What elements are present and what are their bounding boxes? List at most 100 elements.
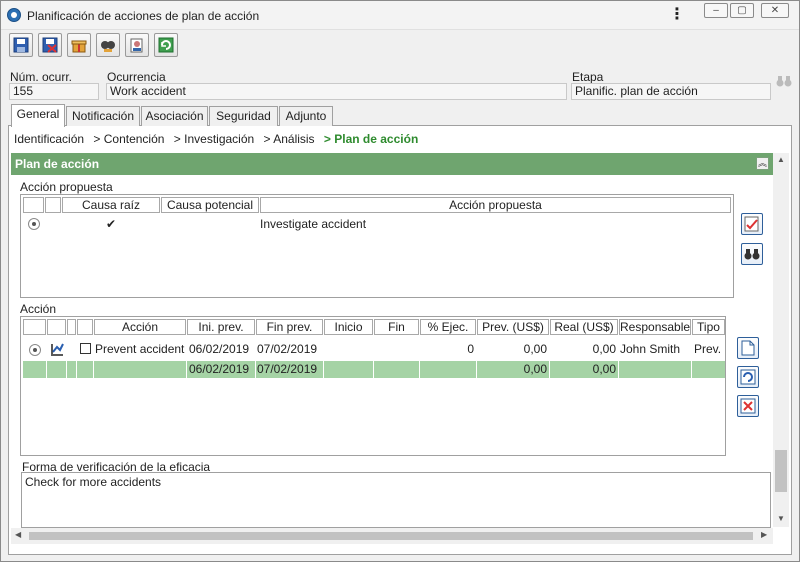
gift-button[interactable] [67,33,91,57]
root-cause-check: ✔ [105,217,117,231]
user-doc-icon [130,38,143,53]
breadcrumb-item[interactable]: > Análisis [264,132,315,146]
user-doc-button[interactable] [125,33,149,57]
occ-num-field[interactable]: 155 [9,83,99,100]
breadcrumb-current[interactable]: > Plan de acción [324,132,418,146]
gift-icon [71,40,87,53]
inicio-cell [324,340,373,358]
column-header-type[interactable]: Tipo [692,319,725,335]
totals-row-cell [420,361,476,378]
column-header-prev-cost[interactable]: Prev. (US$) [477,319,549,335]
column-header-potential-cause[interactable]: Causa potencial [161,197,259,213]
action-name-cell: Prevent accident [95,342,185,356]
column-header-fin-prev[interactable]: Fin prev. [256,319,323,335]
prev-cost-cell: 0,00 [523,342,547,356]
totals-real-cost: 0,00 [550,361,618,378]
title-bar: Planificación de acciones de plan de acc… [1,1,799,30]
fin-prev-cell: 07/02/2019 [257,342,318,356]
column-header-inicio[interactable]: Inicio [324,319,373,335]
column-header-root-cause[interactable]: Causa raíz [62,197,160,213]
tab-general[interactable]: General [11,104,65,127]
occurrence-field[interactable]: Work accident [106,83,567,100]
search-user-button[interactable] [96,33,120,57]
column-header [23,197,44,213]
responsible-cell: John Smith [620,342,681,356]
column-header-fin[interactable]: Fin [374,319,419,335]
tab-notificacion[interactable]: Notificación [66,106,140,126]
column-header-responsible[interactable]: Responsable [619,319,691,335]
proposed-action-grid: Causa raíz Causa potencial Acción propue… [20,194,734,298]
binoculars-icon[interactable] [776,73,792,91]
action-label: Acción [20,302,57,316]
refresh-button[interactable] [154,33,178,57]
verification-textarea[interactable]: Check for more accidents [21,472,771,528]
totals-row-cell [67,361,76,378]
scroll-up-icon[interactable]: ▲ [777,155,785,164]
occ-num-label: Núm. ocurr. [10,70,73,84]
save-close-button[interactable] [38,33,62,57]
totals-fin-prev: 07/02/2019 [256,361,323,378]
tab-asociacion[interactable]: Asociación [141,106,208,126]
save-icon [13,37,29,53]
column-header [45,197,61,213]
totals-row-cell [324,361,373,378]
search-user-icon [101,41,115,52]
row-selector-radio[interactable] [28,218,40,230]
action-grid: Acción Ini. prev. Fin prev. Inicio Fin %… [20,316,726,456]
column-header-pct[interactable]: % Ejec. [420,319,476,335]
refresh-icon [158,37,174,53]
row-selector-radio[interactable] [29,344,41,356]
tab-seguridad[interactable]: Seguridad [209,106,278,126]
edit-proposed-button[interactable] [741,213,763,235]
window-title: Planificación de acciones de plan de acc… [27,9,260,23]
vertical-scrollbar[interactable]: ▲ ▼ [773,153,789,527]
delete-action-button[interactable] [737,395,759,417]
close-button[interactable]: ✕ [761,3,789,18]
column-header [77,319,93,335]
totals-prev-cost: 0,00 [477,361,549,378]
save-button[interactable] [9,33,33,57]
totals-ini-prev: 06/02/2019 [187,361,255,378]
scroll-right-icon[interactable]: ▶ [761,530,767,539]
column-header-action[interactable]: Acción [94,319,186,335]
scroll-down-icon[interactable]: ▼ [777,514,785,523]
refresh-action-button[interactable] [737,366,759,388]
breadcrumb-item[interactable]: > Investigación [174,132,254,146]
proposed-action-label: Acción propuesta [20,180,113,194]
column-header [67,319,76,335]
row-checkbox[interactable] [80,343,91,354]
column-header-proposed-action[interactable]: Acción propuesta [260,197,731,213]
new-document-icon [741,340,755,356]
type-cell: Prev. [694,342,722,356]
more-options-icon[interactable]: ⋮ [669,5,685,25]
totals-row-cell [94,361,186,378]
collapse-icon[interactable]: ︽ [756,157,769,170]
new-action-button[interactable] [737,337,759,359]
delete-icon [740,398,756,414]
app-icon [7,8,21,22]
column-header-ini-prev[interactable]: Ini. prev. [187,319,255,335]
totals-row-cell [619,361,691,378]
minimize-button[interactable]: – [704,3,728,18]
search-proposed-button[interactable] [741,243,763,265]
occurrence-label: Ocurrencia [107,70,166,84]
tab-adjunto[interactable]: Adjunto [279,106,333,126]
column-header [23,319,46,335]
maximize-button[interactable]: ▢ [730,3,754,18]
horizontal-scrollbar[interactable]: ◀ ▶ [11,528,773,544]
edit-check-icon [744,216,759,232]
totals-row-cell [23,361,46,378]
scroll-thumb[interactable] [29,532,753,540]
scroll-thumb[interactable] [775,450,787,492]
breadcrumb-item[interactable]: > Contención [93,132,164,146]
ini-prev-cell: 06/02/2019 [189,342,250,356]
stage-field[interactable]: Planific. plan de acción [571,83,771,100]
breadcrumb-item[interactable]: Identificación [14,132,84,146]
section-header: Plan de acción [11,153,773,175]
column-header [47,319,66,335]
action-chart-icon[interactable] [49,341,65,357]
column-header-real-cost[interactable]: Real (US$) [550,319,618,335]
scroll-left-icon[interactable]: ◀ [15,530,21,539]
totals-row-cell [692,361,725,378]
proposed-action-cell: Investigate accident [260,217,367,231]
